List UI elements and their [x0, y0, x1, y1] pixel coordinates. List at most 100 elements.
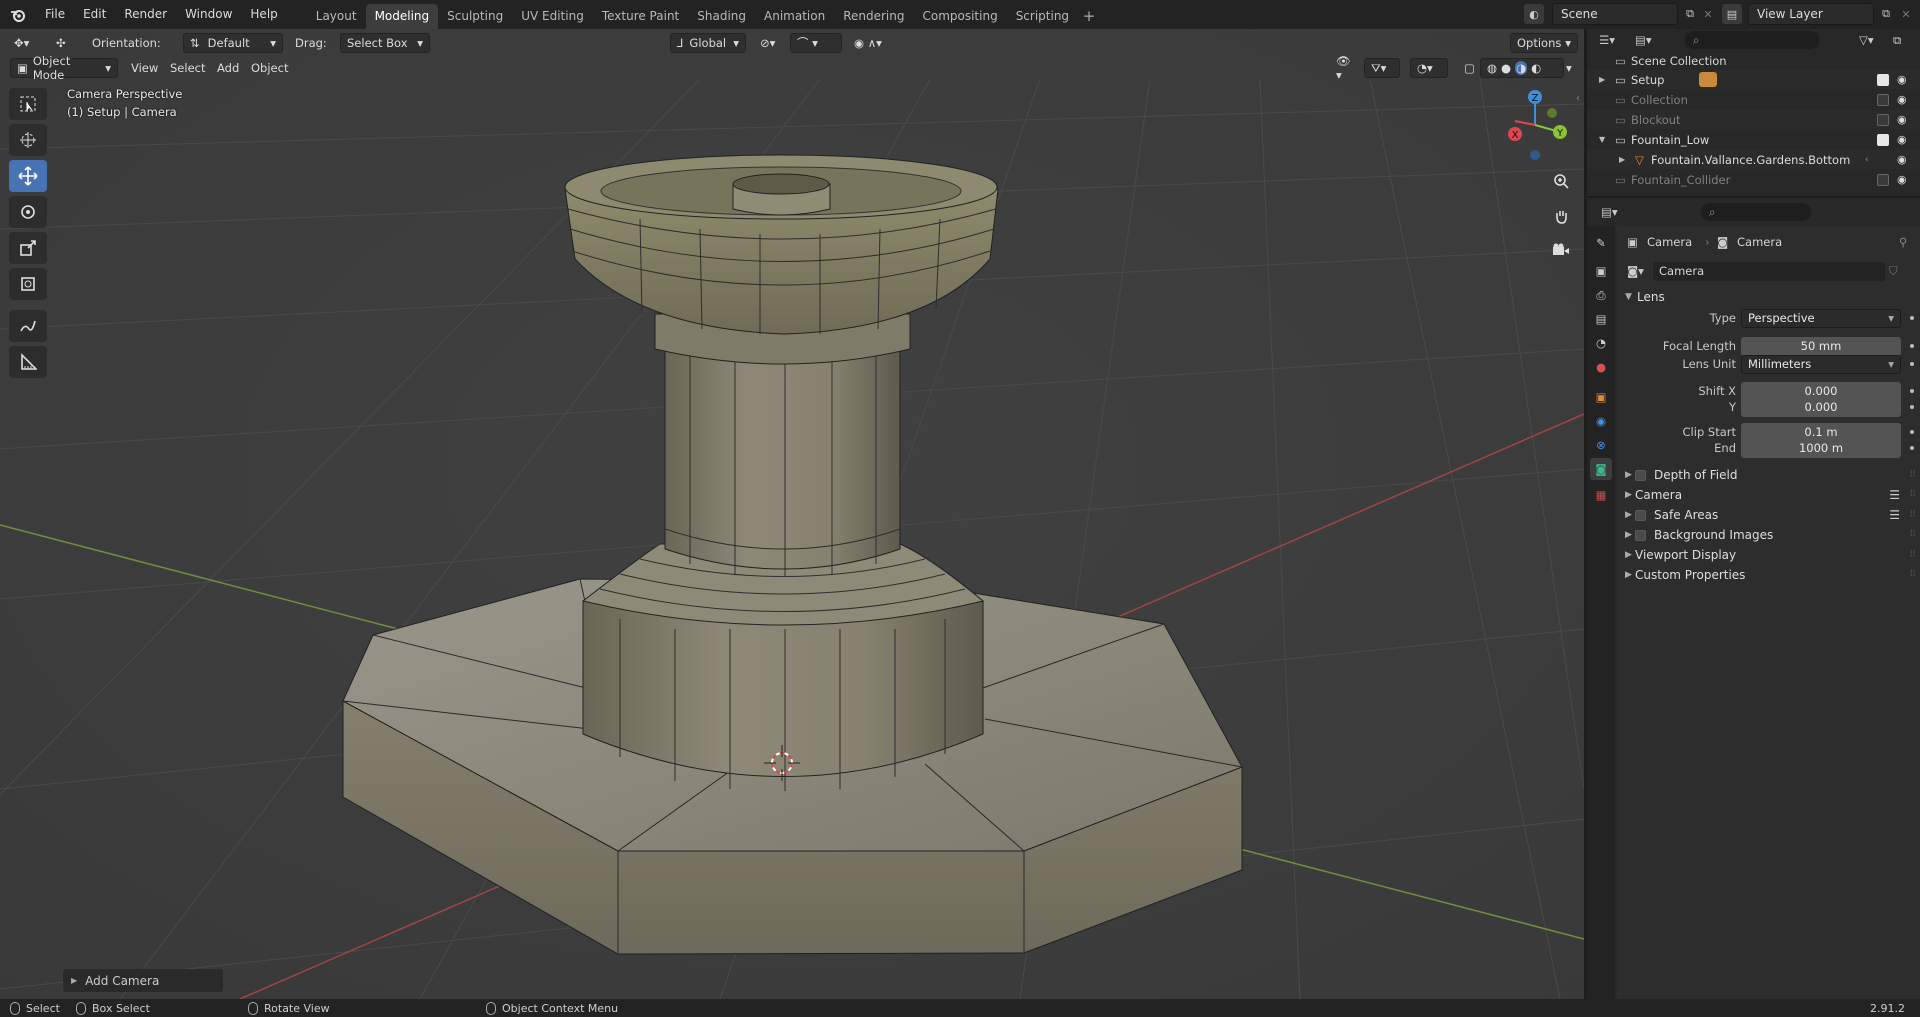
proportional-edit-icon[interactable]: ◉ ∧▾ — [848, 33, 898, 53]
section-checkbox[interactable] — [1635, 509, 1646, 521]
mode-dropdown[interactable]: ▣ Object Mode ▾ — [10, 54, 118, 82]
eye-icon[interactable]: ◉ — [1897, 133, 1907, 146]
drag-handle-icon[interactable]: ⠿ — [1909, 550, 1916, 560]
panel-section-header[interactable]: ▶ Depth of Field ⠿ — [1617, 464, 1920, 486]
scale-tool-icon[interactable] — [9, 232, 47, 264]
eye-icon[interactable]: ◉ — [1897, 173, 1907, 186]
add-camera-panel[interactable]: ▶ Add Camera — [63, 969, 223, 992]
tab-modeling[interactable]: Modeling — [365, 4, 439, 29]
output-tab-icon[interactable]: ⎙ — [1590, 284, 1612, 306]
outliner-row[interactable]: ▭ Collection ◉ — [1587, 90, 1920, 109]
exclude-checkbox[interactable] — [1877, 133, 1889, 146]
shading-options-icon[interactable]: ▾ — [1566, 58, 1572, 78]
new-scene-icon[interactable]: ⧉ — [1680, 4, 1700, 24]
zoom-icon[interactable] — [1547, 167, 1575, 195]
keyframe-dot-icon[interactable] — [1910, 362, 1914, 366]
tool-tab-icon[interactable]: ✎ — [1590, 232, 1612, 254]
new-collection-icon[interactable]: ⧉ — [1893, 33, 1901, 48]
drag-dropdown[interactable]: Select Box ▾ — [340, 33, 430, 53]
overlays-toggle[interactable]: ◔▾ — [1410, 58, 1448, 78]
navigation-gizmo[interactable]: Z Y X — [1500, 85, 1570, 165]
tab-uv-editing[interactable]: UV Editing — [512, 4, 593, 29]
menu-add[interactable]: Add — [217, 58, 239, 78]
properties-search-input[interactable]: ⌕ — [1701, 203, 1811, 221]
property-dropdown[interactable]: Perspective ▾ — [1741, 308, 1901, 328]
menu-view[interactable]: View — [131, 58, 158, 78]
exclude-checkbox[interactable] — [1877, 113, 1889, 126]
view-layer-browse-icon[interactable]: ▤ — [1722, 4, 1742, 24]
move-tool-icon[interactable] — [9, 160, 47, 192]
presets-list-icon[interactable]: ☰ — [1889, 508, 1900, 522]
datablock-browse-icon[interactable]: ◙▾ — [1627, 264, 1644, 278]
scene-browse-icon[interactable]: ◐ — [1524, 4, 1544, 24]
panel-section-header[interactable]: ▶ Background Images ⠿ — [1617, 524, 1920, 546]
keyframe-dot-icon[interactable] — [1910, 316, 1914, 320]
drag-handle-icon[interactable]: ⠿ — [1909, 470, 1916, 480]
menu-help[interactable]: Help — [241, 0, 286, 29]
xray-icon[interactable]: ▢ — [1458, 58, 1476, 78]
outliner-row[interactable]: ▭ Fountain_Collider ◉ — [1587, 170, 1920, 189]
lens-section-header[interactable]: ▼ Lens — [1617, 286, 1920, 308]
sidebar-toggle-icon[interactable]: ‹ — [1576, 93, 1580, 104]
blender-logo-icon[interactable] — [0, 0, 36, 29]
new-view-layer-icon[interactable]: ⧉ — [1876, 4, 1896, 24]
menu-file[interactable]: File — [36, 0, 74, 29]
transform-tool-icon[interactable]: ✣ — [50, 33, 72, 53]
tab-scripting[interactable]: Scripting — [1007, 4, 1078, 29]
tab-texture-paint[interactable]: Texture Paint — [593, 4, 688, 29]
tab-rendering[interactable]: Rendering — [834, 4, 913, 29]
wireframe-icon[interactable]: ◍ — [1487, 61, 1497, 75]
shading-mode-buttons[interactable]: ◍ ● ◑ ◐ — [1480, 58, 1564, 78]
chevron-right-icon[interactable]: ▶ — [1619, 155, 1625, 164]
snap-toggle[interactable]: ⌒ ▾ — [790, 33, 842, 53]
neg-z-axis-icon[interactable] — [1530, 150, 1540, 160]
texture-tab-icon[interactable]: ▦ — [1590, 484, 1612, 506]
panel-section-header[interactable]: ▶ Viewport Display ⠿ — [1617, 544, 1920, 566]
keyframe-dot-icon[interactable] — [1910, 446, 1914, 450]
outliner-row[interactable]: ▶ ▭ Setup ◉ — [1587, 70, 1920, 89]
drag-handle-icon[interactable]: ⠿ — [1909, 570, 1916, 580]
eye-icon[interactable]: ◉ — [1897, 73, 1907, 86]
drag-handle-icon[interactable]: ⠿ — [1909, 490, 1916, 500]
filter-icon[interactable]: ▽▾ — [1859, 33, 1874, 47]
transform-orientation-dropdown[interactable]: ⅃ Global ▾ — [670, 33, 746, 53]
tab-sculpting[interactable]: Sculpting — [438, 4, 512, 29]
outliner-search-input[interactable]: ⌕ — [1685, 31, 1819, 49]
fake-user-shield-icon[interactable]: ⛉ — [1889, 264, 1898, 279]
eye-icon[interactable]: ◉ — [1897, 93, 1907, 106]
tab-compositing[interactable]: Compositing — [913, 4, 1006, 29]
property-number-field[interactable]: 0.000 — [1741, 397, 1901, 417]
neg-y-axis-icon[interactable] — [1547, 108, 1557, 118]
keyframe-dot-icon[interactable] — [1910, 430, 1914, 434]
view-layer-selector[interactable]: View Layer — [1748, 3, 1874, 25]
eye-icon[interactable]: ◉ — [1897, 113, 1907, 126]
scene-tab-icon[interactable]: ◔ — [1590, 332, 1612, 354]
drag-handle-icon[interactable]: ⠿ — [1909, 530, 1916, 540]
panel-section-header[interactable]: ▶ Safe Areas ☰ ⠿ — [1617, 504, 1920, 526]
scene-selector[interactable]: Scene — [1552, 3, 1678, 25]
tab-layout[interactable]: Layout — [307, 4, 366, 29]
tab-shading[interactable]: Shading — [688, 4, 755, 29]
keyframe-dot-icon[interactable] — [1910, 405, 1914, 409]
world-tab-icon[interactable]: ● — [1590, 356, 1612, 378]
panel-section-header[interactable]: ▶ Camera ☰ ⠿ — [1617, 484, 1920, 506]
pan-hand-icon[interactable] — [1547, 202, 1575, 230]
material-preview-icon[interactable]: ◑ — [1515, 61, 1528, 75]
chevron-right-icon[interactable]: ▶ — [1599, 75, 1605, 84]
drag-handle-icon[interactable]: ⠿ — [1909, 510, 1916, 520]
outliner-row[interactable]: ▭ Blockout ◉ — [1587, 110, 1920, 129]
outliner-row[interactable]: ▼ ▭ Fountain_Low ◉ — [1587, 130, 1920, 149]
select-box-tool-icon[interactable] — [9, 88, 47, 120]
constraints-tab-icon[interactable]: ⊗ — [1590, 434, 1612, 456]
panel-section-header[interactable]: ▶ Custom Properties ⠿ — [1617, 564, 1920, 586]
presets-list-icon[interactable]: ☰ — [1889, 488, 1900, 502]
menu-select[interactable]: Select — [170, 58, 205, 78]
menu-window[interactable]: Window — [176, 0, 241, 29]
keyframe-dot-icon[interactable] — [1910, 344, 1914, 348]
options-dropdown[interactable]: Options ▾ — [1510, 33, 1578, 53]
editor-type-icon[interactable]: ✥▾ — [8, 33, 42, 53]
delete-scene-icon[interactable]: ✕ — [1698, 4, 1718, 24]
keyframe-dot-icon[interactable] — [1910, 389, 1914, 393]
menu-object[interactable]: Object — [251, 58, 288, 78]
outliner-root[interactable]: ▭ Scene Collection — [1587, 51, 1920, 70]
